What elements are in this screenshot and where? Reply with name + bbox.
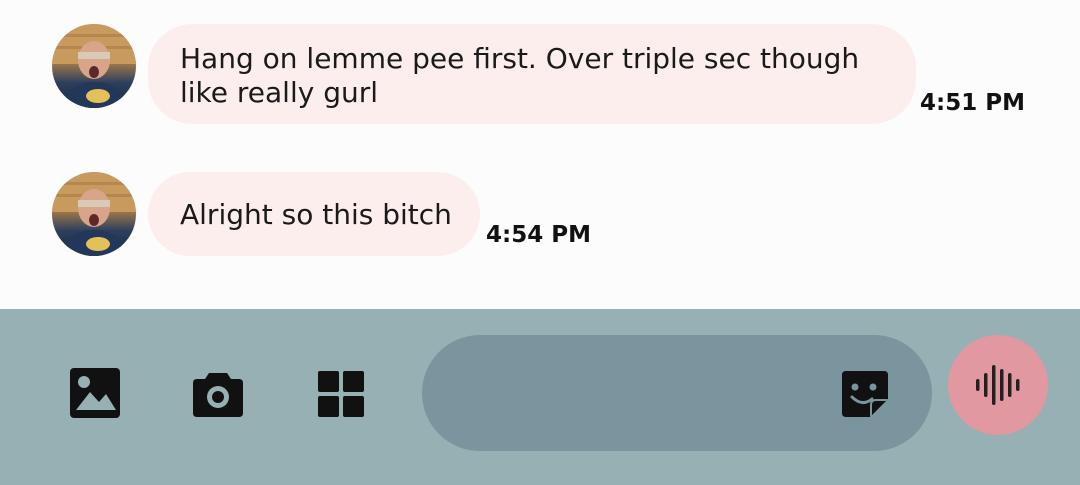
message-text-line: Hang on lemme pee first. Over triple sec… [180, 42, 860, 75]
message-list[interactable]: Hang on lemme pee first. Over triple sec… [0, 0, 1080, 309]
avatar[interactable] [52, 172, 136, 256]
apps-grid-icon[interactable] [314, 367, 368, 421]
camera-icon[interactable] [191, 367, 245, 421]
message-bubble[interactable]: Hang on lemme pee first. Over triple sec… [148, 24, 916, 124]
voice-record-button[interactable] [948, 335, 1048, 435]
avatar-photo [52, 24, 136, 108]
avatar-photo [52, 172, 136, 256]
avatar[interactable] [52, 24, 136, 108]
message-bubble[interactable]: Alright so this bitch [148, 172, 480, 256]
message-text-line: like really gurl [180, 76, 379, 109]
message-input[interactable] [462, 365, 846, 423]
message-timestamp: 4:51 PM [920, 90, 1025, 116]
message-text-line: Alright so this bitch [180, 198, 452, 231]
sticker-icon[interactable] [838, 367, 892, 421]
voice-waveform-icon [976, 365, 1020, 405]
message-timestamp: 4:54 PM [486, 222, 591, 248]
gallery-icon[interactable] [68, 366, 122, 420]
